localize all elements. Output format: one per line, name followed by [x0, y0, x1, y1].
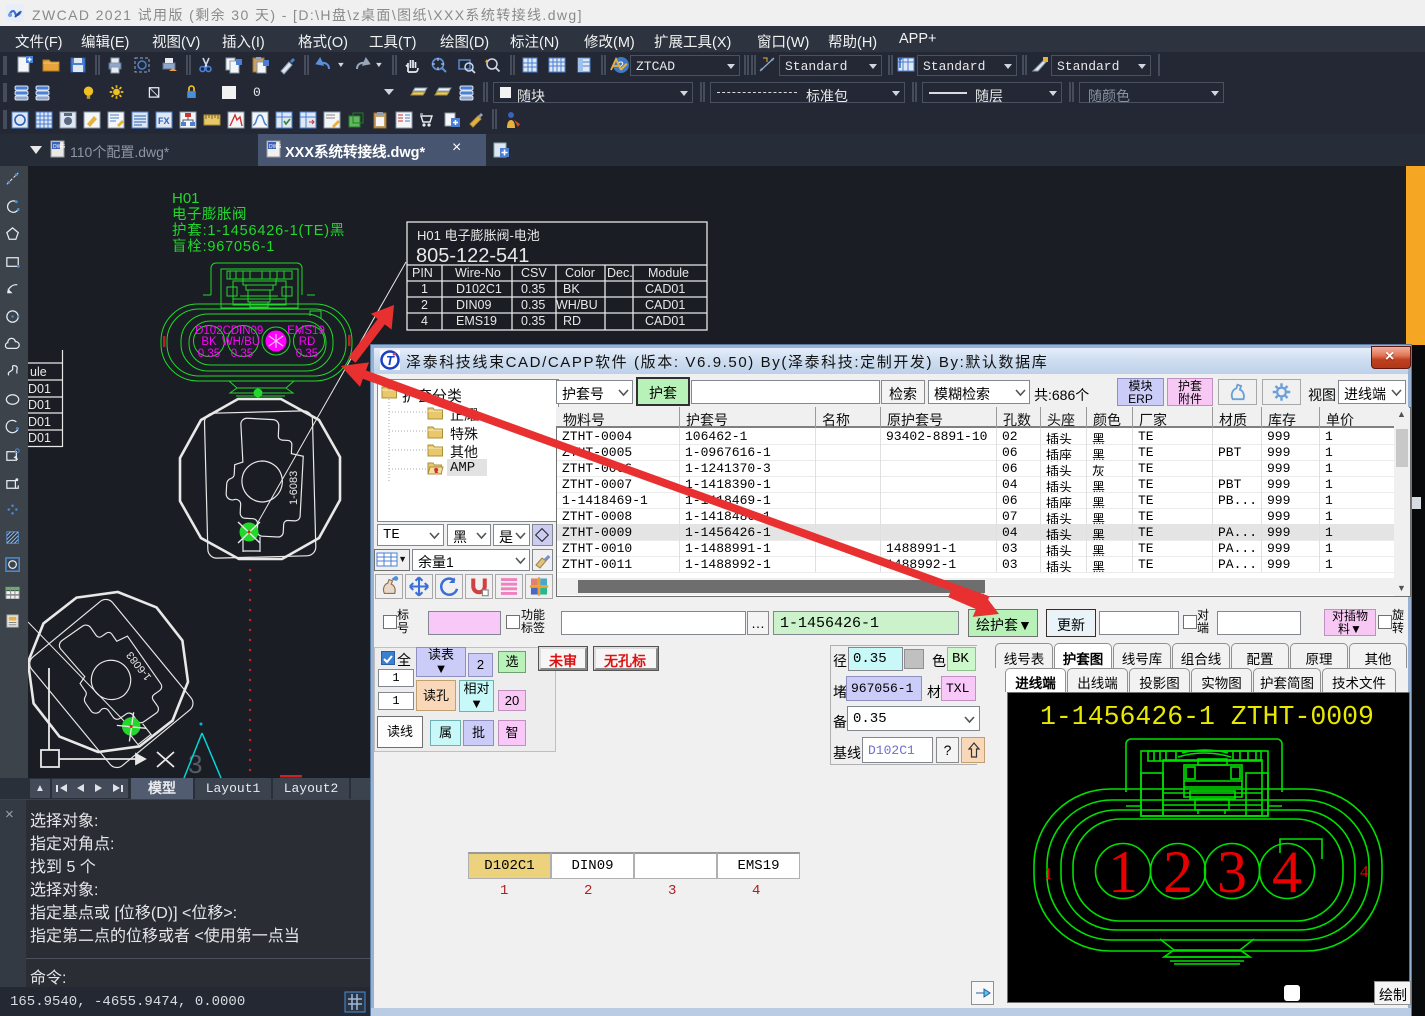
svg-text:D01: D01	[28, 398, 51, 412]
svg-text:D01: D01	[28, 415, 51, 429]
svg-text:PIN: PIN	[412, 266, 433, 280]
svg-text:护套:1-1456426-1(TE)黑: 护套:1-1456426-1(TE)黑	[172, 222, 345, 239]
svg-text:3: 3	[1217, 839, 1247, 905]
svg-text:CAD01: CAD01	[645, 314, 685, 328]
svg-text:FX: FX	[158, 116, 170, 126]
svg-text:3: 3	[188, 749, 202, 779]
svg-text:4: 4	[1360, 862, 1369, 881]
svg-text:805-122-541: 805-122-541	[416, 245, 529, 267]
svg-text:盲栓:967056-1: 盲栓:967056-1	[172, 238, 275, 255]
svg-text:0.35: 0.35	[231, 348, 253, 360]
svg-text:1-6083: 1-6083	[288, 471, 300, 505]
svg-text:RD: RD	[563, 314, 581, 328]
svg-text:0.35: 0.35	[198, 348, 220, 360]
svg-text:DIN09: DIN09	[456, 298, 491, 312]
svg-text:0.35: 0.35	[521, 298, 545, 312]
svg-text:D102C1: D102C1	[456, 282, 502, 296]
svg-text:EMS19: EMS19	[456, 314, 497, 328]
svg-text:0.35: 0.35	[521, 282, 545, 296]
svg-text:4: 4	[1272, 839, 1302, 905]
svg-text:EMS19: EMS19	[287, 325, 325, 337]
svg-text:1: 1	[1044, 864, 1053, 883]
svg-text:0.35: 0.35	[521, 314, 545, 328]
svg-text:H01: H01	[172, 190, 200, 207]
svg-text:0.35: 0.35	[296, 348, 318, 360]
svg-text:2: 2	[421, 298, 428, 312]
svg-text:D01: D01	[28, 382, 51, 396]
svg-text:RD: RD	[299, 336, 316, 348]
svg-text:WH/BU: WH/BU	[222, 336, 260, 348]
svg-text:BK: BK	[201, 336, 217, 348]
svg-text:H01 电子膨胀阀-电池: H01 电子膨胀阀-电池	[417, 228, 540, 243]
svg-text:DWG: DWG	[53, 144, 65, 150]
svg-text:1-6083: 1-6083	[124, 649, 154, 683]
svg-text:电子膨胀阀: 电子膨胀阀	[172, 206, 247, 223]
svg-text:D01: D01	[28, 431, 51, 445]
svg-text:D102C: D102C	[195, 325, 231, 337]
svg-text:DIN09: DIN09	[231, 325, 264, 337]
svg-text:CAD01: CAD01	[645, 282, 685, 296]
svg-text:1: 1	[421, 282, 428, 296]
svg-text:2: 2	[1163, 839, 1193, 905]
svg-text:1-1456426-1 ZTHT-0009: 1-1456426-1 ZTHT-0009	[1040, 702, 1374, 732]
svg-text:Wire-No: Wire-No	[455, 266, 501, 280]
svg-text:CSV: CSV	[521, 266, 547, 280]
svg-text:DWG: DWG	[269, 144, 281, 150]
svg-text:Color: Color	[565, 266, 595, 280]
svg-text:Module: Module	[648, 266, 689, 280]
svg-text:4: 4	[421, 314, 428, 328]
svg-text:ule: ule	[30, 365, 47, 379]
svg-text:CAD01: CAD01	[645, 298, 685, 312]
svg-text:1: 1	[1108, 839, 1138, 905]
svg-text:Dec.: Dec.	[607, 266, 633, 280]
svg-text:WH/BU: WH/BU	[556, 298, 598, 312]
svg-text:BK: BK	[563, 282, 580, 296]
